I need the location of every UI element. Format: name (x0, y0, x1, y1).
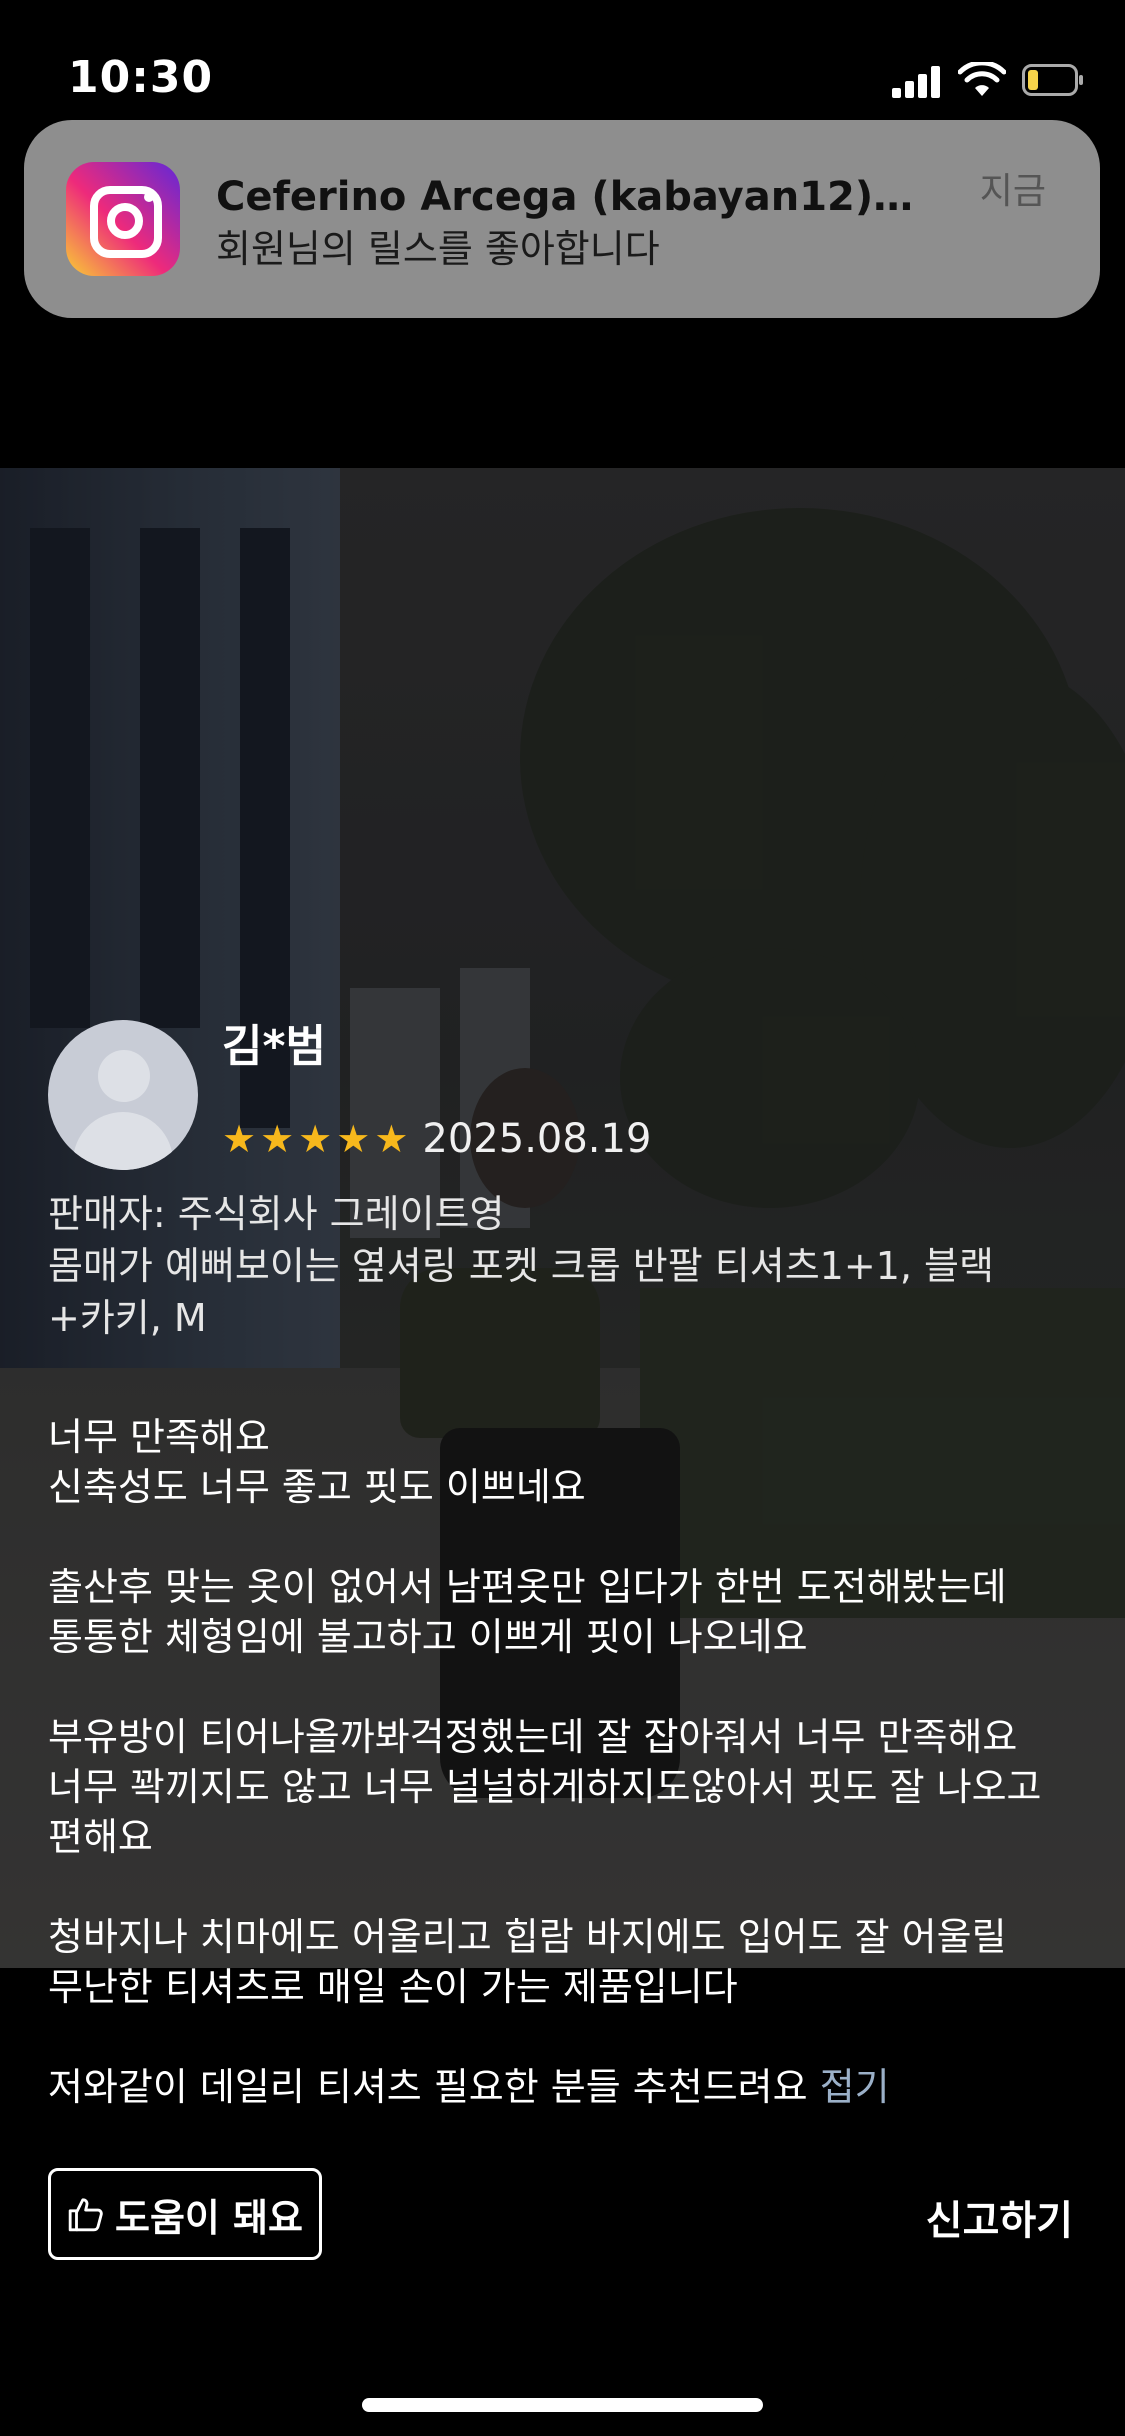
notification-time: 지금 (979, 171, 1046, 212)
notification-body: 회원님의 릴스를 좋아합니다 (216, 227, 660, 271)
thumbs-up-icon (68, 2198, 103, 2232)
report-button[interactable]: 신고하기 (926, 2188, 1073, 2246)
wifi-icon (958, 62, 1006, 96)
helpful-button[interactable]: 도움이 돼요 (48, 2168, 322, 2260)
review-date: 2025.08.19 (422, 1116, 652, 1162)
review-text: 너무 만족해요 신축성도 너무 좋고 핏도 이쁘네요 출산후 맞는 옷이 없어서… (48, 1412, 1078, 2112)
fold-link[interactable]: 접기 (820, 2065, 890, 2109)
seller-name: 판매자: 주식회사 그레이트영 (48, 1192, 505, 1236)
notification-title: Ceferino Arcega (kabayan12)님... (216, 174, 936, 220)
review-paragraph: 부유방이 티어나올까봐걱정했는데 잘 잡아줘서 너무 만족해요 너무 꽉끼지도 … (48, 1715, 1042, 1859)
home-indicator[interactable] (362, 2398, 763, 2412)
star-icon: ★ (298, 1117, 333, 1161)
status-time: 10:30 (68, 52, 214, 103)
star-icon: ★ (336, 1117, 371, 1161)
signal-icon (892, 66, 944, 98)
star-icon: ★ (260, 1117, 295, 1161)
star-icon: ★ (222, 1117, 257, 1161)
helpful-label: 도움이 돼요 (114, 2195, 304, 2240)
star-rating: ★ ★ ★ ★ ★ 2025.08.19 (222, 1116, 651, 1162)
review-last-line: 저와같이 데일리 티셔츠 필요한 분들 추천드려요 (48, 2065, 808, 2109)
reviewer-name: 김*범 (222, 1021, 326, 1072)
review-paragraph: 저와같이 데일리 티셔츠 필요한 분들 추천드려요 접기 (48, 2062, 1078, 2112)
review-paragraph: 너무 만족해요 신축성도 너무 좋고 핏도 이쁘네요 (48, 1415, 586, 1509)
review-paragraph: 출산후 맞는 옷이 없어서 남편옷만 입다가 한번 도전해봤는데 통통한 체형임… (48, 1565, 1007, 1659)
star-icon: ★ (374, 1117, 409, 1161)
battery-icon (1022, 64, 1083, 96)
notification-banner[interactable]: Ceferino Arcega (kabayan12)님... 회원님의 릴스를… (24, 120, 1100, 318)
review-paragraph: 청바지나 치마에도 어울리고 힙람 바지에도 입어도 잘 어울릴 무난한 티셔츠… (48, 1915, 1007, 2009)
instagram-icon (66, 162, 180, 276)
avatar[interactable] (48, 1020, 198, 1170)
product-option: 몸매가 예뻐보이는 옆셔링 포켓 크롭 반팔 티셔츠1+1, 블랙 +카키, M (48, 1244, 994, 1340)
